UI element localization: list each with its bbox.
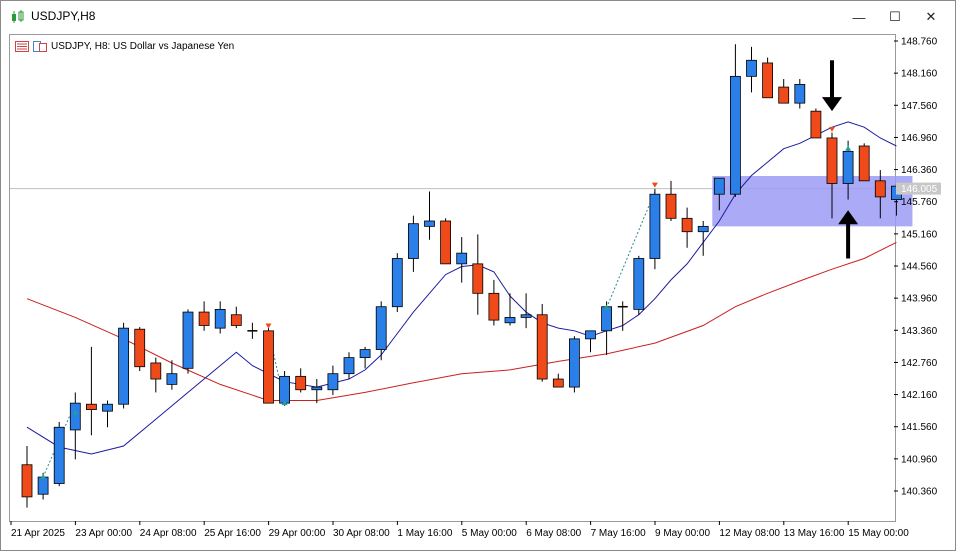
candle[interactable] <box>150 357 162 393</box>
candle[interactable] <box>327 365 339 396</box>
y-tick-label: 144.560 <box>901 262 938 273</box>
x-tick-label: 12 May 08:00 <box>719 528 780 539</box>
candle[interactable] <box>665 180 677 221</box>
buy-signal-marker <box>40 474 47 480</box>
y-tick-label: 142.760 <box>901 358 938 369</box>
y-tick-label: 148.160 <box>901 69 938 80</box>
candle[interactable] <box>295 368 307 393</box>
candle[interactable] <box>198 301 210 331</box>
sell-signal-marker <box>651 182 658 188</box>
x-tick-label: 21 Apr 2025 <box>11 528 65 539</box>
x-tick-label: 1 May 16:00 <box>397 528 452 539</box>
candle[interactable] <box>536 304 548 382</box>
candle[interactable] <box>810 108 822 139</box>
arrow-down-annotation-icon <box>822 60 842 112</box>
candle[interactable] <box>730 44 741 197</box>
sell-signal-marker <box>265 323 272 329</box>
candle[interactable] <box>214 301 226 334</box>
y-tick-label: 147.560 <box>901 101 938 112</box>
x-tick-label: 23 Apr 00:00 <box>75 528 132 539</box>
candle[interactable] <box>343 352 355 380</box>
candle[interactable] <box>391 253 403 313</box>
x-tick-label: 15 May 00:00 <box>848 528 909 539</box>
candle[interactable] <box>649 188 661 270</box>
price-chart[interactable]: 148.760 148.160 147.560 146.960 146.360 145.7… <box>1 1 955 550</box>
candle[interactable] <box>230 306 242 329</box>
candle[interactable] <box>424 191 435 240</box>
candle[interactable] <box>778 79 790 104</box>
candle[interactable] <box>21 446 33 508</box>
candle[interactable] <box>118 322 129 409</box>
chart-list-icon <box>15 40 29 52</box>
x-tick-label: 29 Apr 00:00 <box>269 528 326 539</box>
x-tick-label: 24 Apr 08:00 <box>140 528 197 539</box>
y-tick-label: 141.560 <box>901 422 938 433</box>
candle[interactable] <box>585 330 596 353</box>
candle[interactable] <box>456 237 468 283</box>
candle[interactable] <box>134 327 146 371</box>
y-tick-label: 140.960 <box>901 454 938 465</box>
current-price-label: 146.005 <box>901 184 938 195</box>
x-tick-label: 25 Apr 16:00 <box>204 528 261 539</box>
candle[interactable] <box>633 255 645 315</box>
y-tick-label: 146.960 <box>901 133 938 144</box>
x-tick-label: 9 May 00:00 <box>655 528 710 539</box>
candle[interactable] <box>375 301 387 361</box>
buy-signal-marker <box>845 145 852 151</box>
y-tick-label: 142.160 <box>901 390 938 401</box>
chart-window: USDJPY,H8 — ☐ ✕ 148.760 148.160 147.560 146… <box>0 0 956 551</box>
candle[interactable] <box>86 346 97 436</box>
candle[interactable] <box>407 215 419 272</box>
y-tick-label: 145.760 <box>901 197 938 208</box>
candle[interactable] <box>794 79 806 109</box>
y-tick-label: 143.960 <box>901 294 938 305</box>
candle[interactable] <box>53 421 65 487</box>
candle[interactable] <box>263 328 274 404</box>
candle[interactable] <box>762 57 773 99</box>
signal-connector <box>606 191 656 308</box>
y-tick-label: 140.360 <box>901 487 938 498</box>
candle[interactable] <box>182 309 194 374</box>
x-tick-label: 6 May 08:00 <box>526 528 581 539</box>
candle[interactable] <box>102 400 113 428</box>
candle[interactable] <box>440 218 452 265</box>
x-tick-label: 30 Apr 08:00 <box>333 528 390 539</box>
candle[interactable] <box>359 346 371 369</box>
candle[interactable] <box>488 279 500 326</box>
y-tick-label: 145.160 <box>901 229 938 240</box>
candle[interactable] <box>746 46 757 93</box>
sell-signal-marker <box>829 126 835 132</box>
candle[interactable] <box>504 293 516 326</box>
chart-properties-icon <box>33 40 47 52</box>
candle[interactable] <box>520 293 532 329</box>
candle[interactable] <box>858 143 870 182</box>
y-tick-label: 148.760 <box>901 37 938 48</box>
candle[interactable] <box>552 373 564 388</box>
candle[interactable] <box>247 322 258 339</box>
candle[interactable] <box>472 234 484 315</box>
candle[interactable] <box>569 336 580 393</box>
moving-average-fast <box>26 121 897 455</box>
chart-symbol-label: USDJPY, H8: US Dollar vs Japanese Yen <box>51 40 235 52</box>
x-tick-label: 7 May 16:00 <box>591 528 646 539</box>
y-tick-label: 143.360 <box>901 326 938 337</box>
x-tick-label: 5 May 00:00 <box>462 528 517 539</box>
candle[interactable] <box>681 207 693 248</box>
x-tick-label: 13 May 16:00 <box>784 528 845 539</box>
y-tick-label: 146.360 <box>901 165 938 176</box>
chart-header: USDJPY, H8: US Dollar vs Japanese Yen <box>15 39 234 53</box>
